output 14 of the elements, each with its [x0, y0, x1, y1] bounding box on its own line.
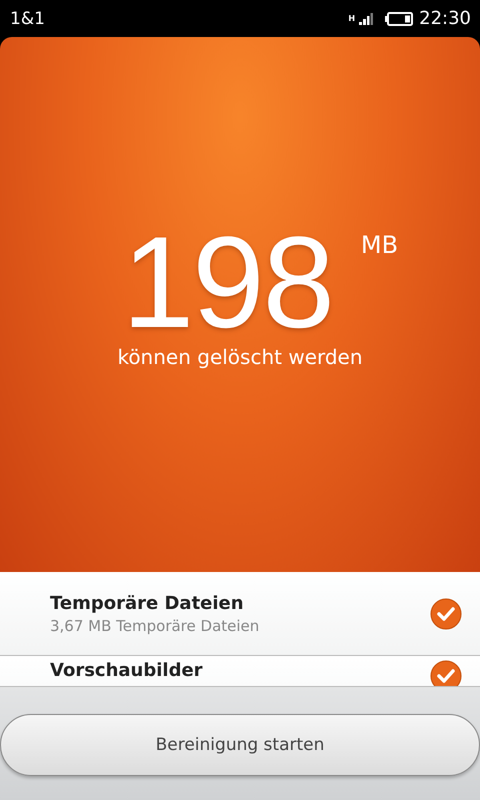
carrier-name: 1&1 — [10, 8, 45, 28]
amount-value: 198 — [122, 227, 333, 337]
amount-unit: MB — [360, 231, 398, 259]
network-type: H — [348, 14, 356, 23]
checkmark-icon[interactable] — [430, 660, 462, 686]
item-title: Vorschaubilder — [50, 660, 203, 681]
summary-caption: können gelöscht werden — [117, 345, 363, 369]
signal-icon — [359, 12, 374, 24]
checkmark-icon[interactable] — [430, 598, 462, 630]
battery-icon — [385, 12, 414, 26]
item-subtitle: 3,67 MB Temporäre Dateien — [50, 616, 260, 634]
clock: 22:30 — [419, 8, 471, 29]
item-title: Temporäre Dateien — [50, 592, 245, 614]
start-cleanup-button[interactable]: Bereinigung starten — [0, 714, 480, 776]
